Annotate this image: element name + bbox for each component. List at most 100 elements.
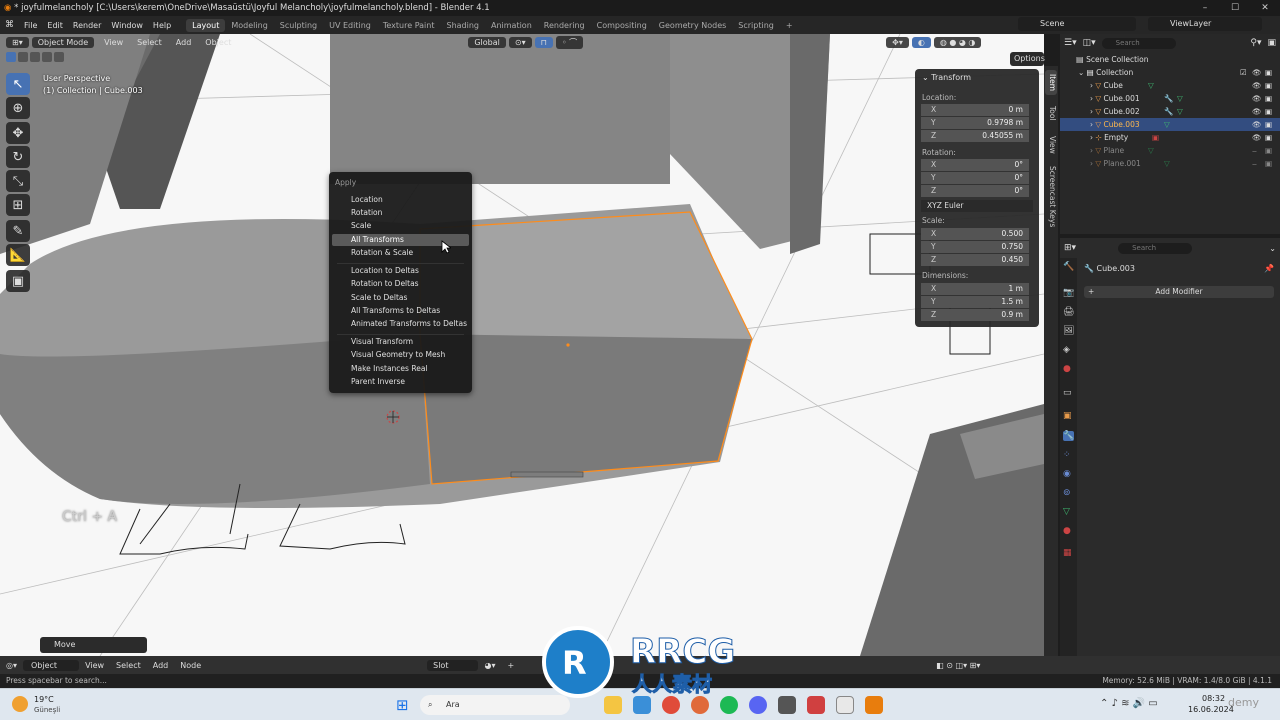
blender-menu-icon[interactable]: ⌘ [0, 20, 19, 30]
measure-tool-icon[interactable]: 📐 [6, 244, 30, 266]
camera-icon[interactable]: ▣ [1265, 131, 1272, 144]
eye-icon[interactable]: 👁 [1252, 79, 1262, 92]
outliner-row[interactable]: › ▽ Plane.001 ▽ ⌣ ▣ [1060, 157, 1280, 170]
snap-icon[interactable]: ⊓ [534, 36, 553, 48]
dimension-x-field[interactable]: X1 m [921, 283, 1029, 295]
rotation-x-field[interactable]: X 0° [921, 159, 1029, 171]
tab-rendering[interactable]: Rendering [538, 19, 591, 32]
expand-arrow-icon[interactable]: ⌄ [1078, 68, 1087, 77]
select-new-icon[interactable] [6, 52, 16, 62]
outliner-row[interactable]: › ▽ Cube.002 🔧 ▽ 👁 ▣ [1060, 105, 1280, 118]
menu-item-rotation-to-deltas[interactable]: Rotation to Deltas [332, 278, 469, 290]
camera-icon[interactable]: ▣ [1265, 118, 1272, 131]
tab-tool[interactable]: Tool [1045, 102, 1057, 125]
close-button[interactable]: ✕ [1250, 0, 1280, 16]
tab-sculpting[interactable]: Sculpting [274, 19, 323, 32]
system-tray-icons[interactable]: ⌃ ♪ ≋ 🔊 ▭ [1100, 698, 1158, 709]
options-button[interactable]: Options [1010, 52, 1045, 66]
last-operator-panel[interactable]: Move [40, 637, 147, 653]
gizmo-toggle-icon[interactable]: ✥▾ [886, 36, 909, 48]
dimension-z-field[interactable]: Z 0.9 m [921, 309, 1029, 321]
menu-window[interactable]: Window [106, 21, 148, 30]
outliner-row[interactable]: › ⊹ Empty ▣ 👁 ▣ [1060, 131, 1280, 144]
eye-icon[interactable]: 👁 [1252, 105, 1262, 118]
editor-type-button[interactable]: ⊞▾ [6, 36, 29, 48]
shading-modes-icon[interactable]: ◍ ● ◕ ◑ [933, 36, 982, 48]
new-collection-icon[interactable]: ▣ [1267, 38, 1276, 48]
annotate-tool-icon[interactable]: ✎ [6, 220, 30, 242]
view-layer-tab-icon[interactable]: 🖼 [1063, 326, 1074, 336]
node-menu-view[interactable]: View [79, 661, 110, 670]
microphone-icon[interactable] [807, 696, 825, 714]
tab-uv-editing[interactable]: UV Editing [323, 19, 377, 32]
rotation-y-field[interactable]: Y 0° [921, 172, 1029, 184]
properties-search[interactable]: Search [1118, 242, 1193, 254]
eye-closed-icon[interactable]: ⌣ [1252, 157, 1257, 170]
scale-tool-icon[interactable]: ⤡ [6, 170, 30, 192]
transform-orientation-dropdown[interactable]: Global [468, 36, 506, 48]
select-invert-icon[interactable] [42, 52, 52, 62]
tab-texture-paint[interactable]: Texture Paint [377, 19, 441, 32]
add-workspace-button[interactable]: + [780, 19, 799, 32]
menu-item-make-instances-real[interactable]: Make Instances Real [332, 363, 469, 375]
menu-item-parent-inverse[interactable]: Parent Inverse [332, 376, 469, 388]
rotation-z-field[interactable]: Z 0° [921, 185, 1029, 197]
outliner-row-selected[interactable]: › ▽ Cube.003 ▽ 👁 ▣ [1060, 118, 1280, 131]
menu-item-visual-transform[interactable]: Visual Transform [332, 336, 469, 348]
select-tool-icon[interactable]: ↖ [6, 73, 30, 95]
menu-item-all-transforms-to-deltas[interactable]: All Transforms to Deltas [332, 305, 469, 317]
object-tab-icon[interactable]: ▣ [1063, 411, 1072, 421]
menu-item-scale-to-deltas[interactable]: Scale to Deltas [332, 292, 469, 304]
dimension-y-field[interactable]: Y 1.5 m [921, 296, 1029, 308]
tab-modeling[interactable]: Modeling [225, 19, 273, 32]
eye-icon[interactable]: 👁 [1252, 66, 1262, 79]
camera-icon[interactable]: ▣ [1265, 66, 1272, 79]
particles-tab-icon[interactable]: ⁘ [1063, 450, 1071, 460]
node-menu-node[interactable]: Node [174, 661, 207, 670]
constraints-tab-icon[interactable]: ⊚ [1063, 488, 1071, 498]
new-material-button[interactable]: + [501, 661, 520, 670]
minimize-button[interactable]: – [1190, 0, 1220, 16]
scene-selector[interactable]: Scene [1018, 17, 1136, 31]
node-menu-add[interactable]: Add [147, 661, 175, 670]
tab-animation[interactable]: Animation [485, 19, 538, 32]
discord-icon[interactable] [749, 696, 767, 714]
physics-tab-icon[interactable]: ◉ [1063, 469, 1071, 479]
camera-icon[interactable]: ▣ [1265, 79, 1272, 92]
data-tab-icon[interactable]: ▽ [1063, 507, 1070, 517]
menu-item-location-to-deltas[interactable]: Location to Deltas [332, 265, 469, 277]
3d-viewport[interactable]: Ctrl + A Move [0, 34, 1044, 656]
filter-icon[interactable]: ⚲▾ [1250, 38, 1261, 48]
texture-tab-icon[interactable]: ▦ [1063, 548, 1072, 558]
blender-taskbar-icon[interactable] [865, 696, 883, 714]
eye-icon[interactable]: 👁 [1252, 118, 1262, 131]
editor-type-icon[interactable]: ◎▾ [0, 661, 23, 670]
tab-geometry-nodes[interactable]: Geometry Nodes [653, 19, 732, 32]
eye-closed-icon[interactable]: ⌣ [1252, 144, 1257, 157]
tab-layout[interactable]: Layout [186, 18, 226, 32]
transform-panel-header[interactable]: ⌄ Transform [922, 73, 971, 82]
rotate-tool-icon[interactable]: ↻ [6, 146, 30, 168]
select-extend-icon[interactable] [18, 52, 28, 62]
material-browse-icon[interactable]: ◕▾ [478, 661, 501, 670]
modifier-tab-icon[interactable]: 🔧 [1063, 431, 1075, 441]
location-y-field[interactable]: Y 0.9798 m [921, 117, 1029, 129]
object-type-dropdown[interactable]: Object [23, 659, 80, 671]
tool-tab-icon[interactable]: 🔨 [1063, 262, 1074, 272]
outliner-editor-icon[interactable]: ☰▾ [1064, 38, 1077, 48]
scene-tab-icon[interactable]: ◈ [1063, 345, 1070, 355]
tab-shading[interactable]: Shading [440, 19, 485, 32]
location-z-field[interactable]: Z 0.45055 m [921, 130, 1029, 142]
add-modifier-button[interactable]: + Add Modifier [1084, 286, 1274, 298]
viewport-menu-add[interactable]: Add [169, 38, 199, 47]
viewport-menu-select[interactable]: Select [130, 38, 169, 47]
menu-item-scale[interactable]: Scale [332, 220, 469, 232]
viewport-menu-object[interactable]: Object [198, 38, 238, 47]
material-tab-icon[interactable]: ● [1063, 526, 1071, 536]
windows-start-icon[interactable]: ⊞ [396, 696, 409, 714]
pivot-icon[interactable]: ⊙▾ [508, 36, 532, 48]
eye-icon[interactable]: 👁 [1252, 92, 1262, 105]
outliner-row[interactable]: › ▽ Cube ▽ 👁 ▣ [1060, 79, 1280, 92]
tab-screencast-keys[interactable]: Screencast Keys [1045, 162, 1057, 231]
render-tab-icon[interactable]: 📷 [1063, 288, 1074, 298]
